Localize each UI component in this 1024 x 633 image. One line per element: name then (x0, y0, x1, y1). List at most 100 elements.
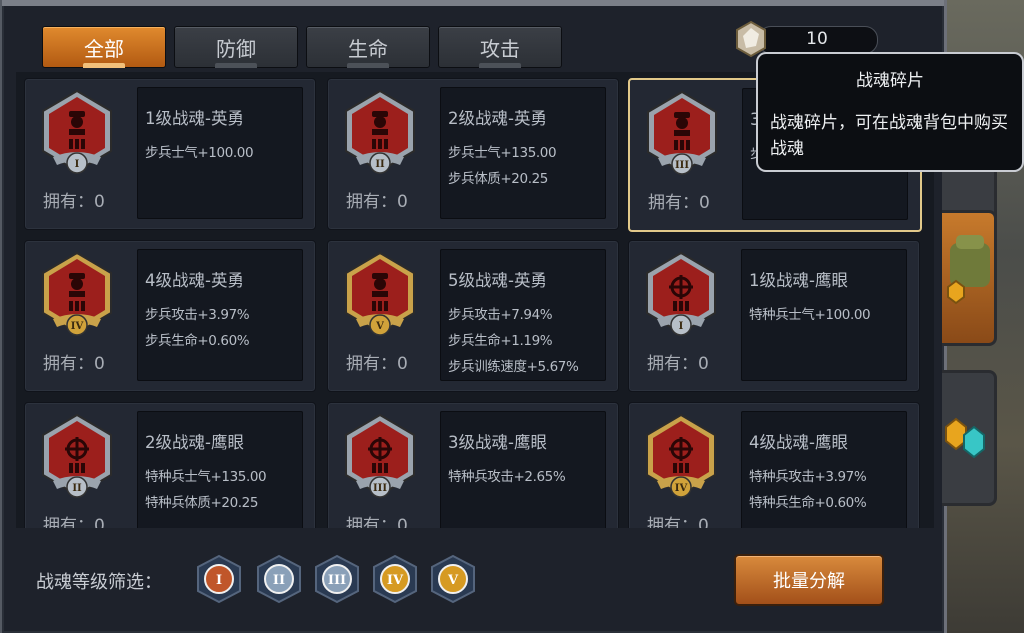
level-filter-i-button[interactable]: I (196, 554, 242, 604)
backpack-icon (947, 235, 990, 305)
soul-name: 4级战魂-英勇 (145, 271, 244, 290)
soul-name: 5级战魂-英勇 (448, 271, 547, 290)
svg-text:II: II (72, 483, 82, 494)
owned-count: 拥有：0 (346, 354, 408, 374)
svg-text:I: I (75, 159, 80, 170)
owned-count: 拥有：0 (647, 354, 709, 374)
owned-count: 拥有：0 (346, 192, 408, 212)
panel-top-border (2, 0, 944, 6)
eagle-eye-badge-icon: IV (643, 413, 719, 501)
owned-count: 拥有：0 (43, 354, 105, 374)
soul-stat: 步兵士气+135.00 (448, 145, 557, 161)
level-filter-ii-button[interactable]: II (256, 554, 302, 604)
soul-name: 1级战魂-鹰眼 (749, 271, 848, 290)
tab-indicator (215, 63, 257, 68)
fragment-tooltip: 战魂碎片 战魂碎片，可在战魂背包中购买战魂 (756, 52, 1024, 172)
soul-stat: 步兵训练速度+5.67% (448, 359, 579, 375)
tab-attack[interactable]: 攻击 (438, 26, 562, 68)
tab-label: 全部 (84, 36, 124, 61)
soul-card[interactable]: V 拥有：0 5级战魂-英勇 步兵攻击+7.94% 步兵生命+1.19% 步兵训练速度+… (327, 240, 619, 392)
bulk-decompose-button[interactable]: 批量分解 (734, 554, 884, 606)
bottom-bar: 战魂等级筛选： I II III IV V 批量分解 (16, 532, 934, 626)
gem-icon (945, 417, 985, 459)
svg-text:III: III (373, 483, 387, 494)
tab-all[interactable]: 全部 (42, 26, 166, 68)
tab-indicator (479, 63, 521, 68)
valor-badge-icon: I (39, 89, 115, 177)
eagle-eye-badge-icon: I (643, 251, 719, 339)
eagle-eye-badge-icon: II (39, 413, 115, 501)
svg-text:II: II (375, 159, 385, 170)
owned-count: 拥有：0 (647, 516, 709, 528)
level-filter-iv-button[interactable]: IV (372, 554, 418, 604)
soul-card[interactable]: III 拥有：0 3级战魂-鹰眼特种兵攻击+2.65% (327, 402, 619, 528)
soul-info-panel: 4级战魂-英勇 步兵攻击+3.97% 步兵生命+0.60% (137, 249, 303, 381)
soul-card[interactable]: I 拥有：0 1级战魂-英勇 步兵士气+100.00 (24, 78, 316, 230)
svg-text:I: I (216, 573, 222, 588)
soul-info-panel: 3级战魂-鹰眼特种兵攻击+2.65% (440, 411, 606, 528)
side-tab-gems[interactable] (942, 370, 997, 506)
category-tabs: 全部 防御 生命 攻击 (42, 26, 562, 68)
svg-text:IV: IV (71, 321, 84, 332)
svg-text:III: III (328, 573, 346, 588)
soul-stat: 步兵攻击+7.94% (448, 307, 553, 323)
soul-stat: 步兵士气+100.00 (145, 145, 254, 161)
level-filter-v-button[interactable]: V (430, 554, 476, 604)
soul-stat: 特种兵士气+135.00 (145, 469, 267, 485)
soul-stat: 步兵生命+0.60% (145, 333, 250, 349)
valor-badge-icon: IV (39, 251, 115, 339)
svg-text:II: II (273, 573, 285, 588)
tab-indicator (347, 63, 389, 68)
soul-name: 2级战魂-英勇 (448, 109, 547, 128)
soul-info-panel: 2级战魂-英勇 步兵士气+135.00 步兵体质+20.25 (440, 87, 606, 219)
soul-name: 4级战魂-鹰眼 (749, 433, 848, 452)
soul-stat: 特种兵攻击+2.65% (448, 469, 566, 485)
soul-stat: 特种兵体质+20.25 (145, 495, 259, 511)
tab-label: 防御 (216, 36, 256, 61)
owned-count: 拥有：0 (648, 193, 710, 213)
side-tab-backpack[interactable] (942, 210, 997, 346)
soul-info-panel: 1级战魂-英勇 步兵士气+100.00 (137, 87, 303, 219)
soul-card[interactable]: II 拥有：0 2级战魂-鹰眼特种兵士气+135.00 特种兵体质+20.25 (24, 402, 316, 528)
tooltip-title: 战魂碎片 (856, 71, 924, 91)
soul-stat: 特种兵攻击+3.97% (749, 469, 867, 485)
svg-text:III: III (675, 160, 689, 171)
soul-stat: 特种兵生命+0.60% (749, 495, 867, 511)
soul-stat: 步兵生命+1.19% (448, 333, 553, 349)
svg-text:V: V (447, 573, 459, 588)
valor-badge-icon: III (644, 90, 720, 178)
fragment-count: 10 (806, 29, 828, 49)
filter-label: 战魂等级筛选： (36, 572, 162, 593)
soul-info-panel: 4级战魂-鹰眼特种兵攻击+3.97% 特种兵生命+0.60% (741, 411, 907, 528)
tab-label: 攻击 (480, 36, 520, 61)
tab-indicator (83, 63, 125, 68)
tab-defense[interactable]: 防御 (174, 26, 298, 68)
soul-info-panel: 5级战魂-英勇 步兵攻击+7.94% 步兵生命+1.19% 步兵训练速度+5.67% (440, 249, 606, 381)
tooltip-body: 战魂碎片，可在战魂背包中购买战魂 (770, 113, 1008, 159)
valor-badge-icon: II (342, 89, 418, 177)
svg-text:I: I (679, 321, 684, 332)
tab-label: 生命 (348, 36, 388, 61)
svg-text:IV: IV (387, 573, 404, 588)
svg-text:IV: IV (675, 483, 688, 494)
owned-count: 拥有：0 (43, 192, 105, 212)
soul-stat: 步兵攻击+3.97% (145, 307, 250, 323)
level-filter-iii-button[interactable]: III (314, 554, 360, 604)
soul-card[interactable]: I 拥有：0 1级战魂-鹰眼特种兵士气+100.00 (628, 240, 920, 392)
tab-health[interactable]: 生命 (306, 26, 430, 68)
valor-badge-icon: V (342, 251, 418, 339)
soul-name: 1级战魂-英勇 (145, 109, 244, 128)
owned-count: 拥有：0 (346, 516, 408, 528)
soul-card[interactable]: IV 拥有：0 4级战魂-鹰眼特种兵攻击+3.97% 特种兵生命+0.60% (628, 402, 920, 528)
soul-stat: 特种兵士气+100.00 (749, 307, 871, 323)
soul-name: 3级战魂-鹰眼 (448, 433, 547, 452)
svg-text:V: V (375, 321, 384, 332)
soul-info-panel: 2级战魂-鹰眼特种兵士气+135.00 特种兵体质+20.25 (137, 411, 303, 528)
soul-name: 2级战魂-鹰眼 (145, 433, 244, 452)
owned-count: 拥有：0 (43, 516, 105, 528)
soul-card[interactable]: II 拥有：0 2级战魂-英勇 步兵士气+135.00 步兵体质+20.25 (327, 78, 619, 230)
soul-stat: 步兵体质+20.25 (448, 171, 548, 187)
soul-info-panel: 1级战魂-鹰眼特种兵士气+100.00 (741, 249, 907, 381)
eagle-eye-badge-icon: III (342, 413, 418, 501)
soul-card[interactable]: IV 拥有：0 4级战魂-英勇 步兵攻击+3.97% 步兵生命+0.60% (24, 240, 316, 392)
